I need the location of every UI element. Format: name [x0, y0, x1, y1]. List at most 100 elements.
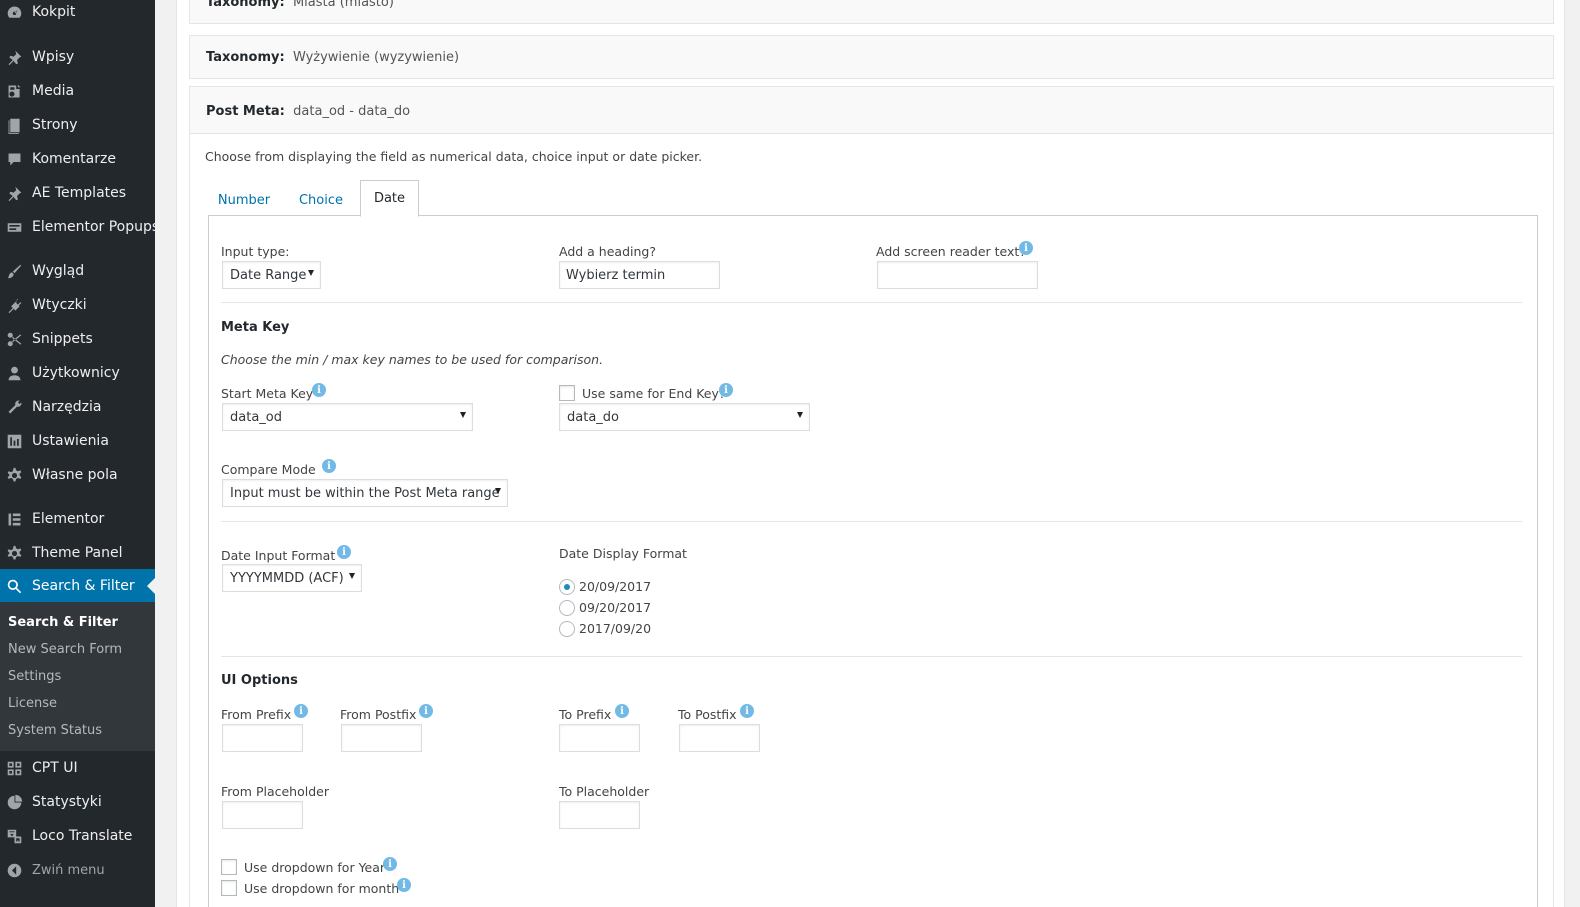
date-format-option-3: 2017/09/20	[579, 621, 652, 636]
submenu-search-filter[interactable]: Search & Filter	[8, 615, 118, 630]
menu-wyglad[interactable]: Wygląd	[0, 254, 155, 288]
menu-label: Wpisy	[32, 49, 75, 65]
menu-loco-translate[interactable]: Loco Translate	[0, 819, 155, 853]
widget-title-prefix: Taxonomy:	[206, 0, 285, 10]
menu-media[interactable]: Media	[0, 74, 155, 108]
widget-title-value: data_od - data_do	[293, 104, 411, 119]
meta-key-heading: Meta Key	[221, 320, 290, 335]
date-format-radio-3[interactable]	[559, 621, 575, 637]
dashboard-icon	[5, 3, 23, 21]
tab-date[interactable]: Date	[360, 180, 419, 217]
menu-label: Wygląd	[32, 263, 85, 279]
tab-number[interactable]: Number	[208, 182, 280, 218]
from-postfix-input[interactable]	[341, 724, 422, 752]
widget-title-prefix: Taxonomy:	[206, 50, 285, 65]
screen-reader-label: Add screen reader text?	[876, 244, 1026, 259]
info-icon[interactable]: i	[740, 704, 754, 718]
menu-strony[interactable]: Strony	[0, 108, 155, 142]
date-input-format-label: Date Input Format	[221, 548, 336, 563]
info-icon[interactable]: i	[322, 459, 336, 473]
search-icon	[5, 577, 23, 595]
info-icon[interactable]: i	[719, 383, 733, 397]
submenu-license[interactable]: License	[8, 696, 57, 711]
input-type-select[interactable]: Date Range	[222, 261, 321, 289]
info-icon[interactable]: i	[312, 383, 326, 397]
divider	[221, 521, 1522, 522]
menu-cpt-ui[interactable]: CPT UI	[0, 751, 155, 785]
start-meta-key-select[interactable]: data_od	[222, 403, 473, 431]
submenu-new-search-form[interactable]: New Search Form	[8, 642, 122, 657]
tab-choice[interactable]: Choice	[286, 182, 356, 218]
divider	[221, 656, 1522, 657]
scissors-icon	[5, 330, 23, 348]
info-icon[interactable]: i	[383, 857, 397, 871]
widget-title-value: Miasta (miasto)	[292, 0, 394, 10]
date-format-option-2: 09/20/2017	[579, 600, 652, 615]
taxonomy-widget-miasta[interactable]: Taxonomy: Miasta (miasto)	[189, 0, 1554, 24]
screen-reader-input[interactable]	[877, 261, 1038, 289]
widget-title-prefix: Post Meta:	[206, 104, 285, 119]
date-input-format-select[interactable]: YYYYMMDD (ACF)	[222, 564, 362, 592]
select-value: data_do	[567, 409, 619, 425]
info-icon[interactable]: i	[419, 704, 433, 718]
menu-collapse[interactable]: Zwiń menu	[0, 853, 155, 887]
menu-statystyki[interactable]: Statystyki	[0, 785, 155, 819]
from-placeholder-label: From Placeholder	[221, 784, 329, 799]
menu-label: Wtyczki	[32, 297, 87, 313]
menu-wpisy[interactable]: Wpisy	[0, 40, 155, 74]
date-format-radio-2[interactable]	[559, 600, 575, 616]
dropdown-year-checkbox[interactable]	[221, 859, 237, 875]
end-meta-key-select[interactable]: data_do	[559, 403, 810, 431]
widget-title: Post Meta: data_od - data_do	[206, 104, 410, 119]
postmeta-widget-header[interactable]: Post Meta: data_od - data_do	[190, 87, 1553, 134]
compare-mode-select[interactable]: Input must be within the Post Meta range	[222, 479, 508, 507]
info-icon[interactable]: i	[337, 545, 351, 559]
info-icon[interactable]: i	[1019, 241, 1033, 255]
to-prefix-input[interactable]	[559, 724, 640, 752]
chevron-down-icon	[308, 270, 314, 276]
menu-ustawienia[interactable]: Ustawienia	[0, 424, 155, 458]
menu-uzytkownicy[interactable]: Użytkownicy	[0, 356, 155, 390]
menu-elementor-popups[interactable]: Elementor Popups	[0, 210, 159, 244]
select-value: data_od	[230, 409, 282, 425]
settings-icon	[5, 432, 23, 450]
info-icon[interactable]: i	[294, 704, 308, 718]
input-type-label: Input type:	[221, 244, 290, 259]
menu-wtyczki[interactable]: Wtyczki	[0, 288, 155, 322]
heading-input[interactable]: Wybierz termin	[559, 261, 720, 289]
elementor-icon	[5, 510, 23, 528]
menu-label: Snippets	[32, 331, 93, 347]
info-icon[interactable]: i	[615, 704, 629, 718]
page-icon	[5, 116, 23, 134]
taxonomy-widget-wyzywienie[interactable]: Taxonomy: Wyżywienie (wyzywienie)	[189, 35, 1554, 79]
menu-theme-panel[interactable]: Theme Panel	[0, 536, 155, 570]
menu-wlasne-pola[interactable]: Własne pola	[0, 458, 155, 492]
menu-komentarze[interactable]: Komentarze	[0, 142, 155, 176]
gear-icon	[5, 466, 23, 484]
select-value: Input must be within the Post Meta range	[230, 485, 500, 501]
dropdown-month-label: Use dropdown for month	[244, 881, 400, 896]
submenu-settings[interactable]: Settings	[8, 669, 61, 684]
menu-search-filter[interactable]: Search & Filter	[0, 569, 155, 603]
to-postfix-input[interactable]	[679, 724, 760, 752]
to-placeholder-input[interactable]	[559, 801, 640, 829]
info-icon[interactable]: i	[397, 878, 411, 892]
date-format-radio-1[interactable]	[559, 579, 575, 595]
dropdown-month-checkbox[interactable]	[221, 880, 237, 896]
to-postfix-label: To Postfix	[678, 707, 737, 722]
use-same-end-key-checkbox[interactable]	[559, 385, 575, 401]
menu-narzedzia[interactable]: Narzędzia	[0, 390, 155, 424]
menu-kokpit[interactable]: Kokpit	[0, 0, 155, 29]
brush-icon	[5, 262, 23, 280]
to-placeholder-label: To Placeholder	[559, 784, 650, 799]
menu-ae-templates[interactable]: AE Templates	[0, 176, 155, 210]
select-value: Date Range	[230, 267, 307, 283]
menu-snippets[interactable]: Snippets	[0, 322, 155, 356]
grid-icon	[5, 759, 23, 777]
from-postfix-label: From Postfix	[340, 707, 417, 722]
from-prefix-input[interactable]	[222, 724, 303, 752]
menu-elementor[interactable]: Elementor	[0, 502, 155, 536]
from-placeholder-input[interactable]	[222, 801, 303, 829]
scrollbar[interactable]	[1566, 0, 1580, 907]
submenu-system-status[interactable]: System Status	[8, 723, 102, 738]
